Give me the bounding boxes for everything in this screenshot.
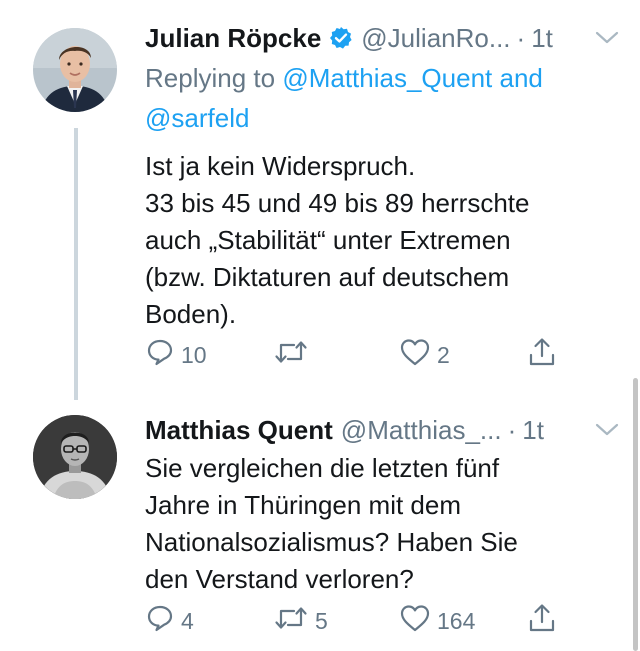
tweet-header: Julian Röpcke @JulianRo... · 1t: [145, 18, 620, 58]
tweet-text-line: Jahre in Thüringen mit dem: [145, 490, 462, 520]
tweet-text-line: Ist ja kein Widerspruch.: [145, 151, 416, 181]
handle[interactable]: @JulianRo...: [361, 23, 510, 54]
retweet-button[interactable]: [273, 337, 315, 373]
chevron-down-icon[interactable]: [584, 30, 620, 46]
share-icon: [527, 602, 557, 640]
retweet-icon: [273, 603, 309, 639]
tweet-text-line: den Verstand verloren?: [145, 564, 414, 594]
share-icon: [527, 336, 557, 374]
like-icon: [399, 603, 431, 639]
retweet-count: 5: [315, 607, 328, 634]
timestamp[interactable]: 1t: [522, 415, 544, 446]
tweet-text-line: Nationalsozialismus? Haben Sie: [145, 527, 518, 557]
timestamp[interactable]: 1t: [531, 23, 553, 54]
like-button[interactable]: 2: [399, 337, 450, 373]
reply-count: 4: [181, 607, 194, 634]
replying-to: Replying to @Matthias_Quent and @sarfeld: [145, 58, 620, 138]
replying-to-label: Replying to: [145, 63, 276, 93]
tweet-header: Matthias Quent @Matthias_... · 1t: [145, 410, 620, 450]
reply-count: 10: [181, 341, 207, 368]
tweet[interactable]: Matthias Quent @Matthias_... · 1t Sie ve…: [0, 400, 640, 651]
tweet-text-line: Boden).: [145, 299, 237, 329]
display-name[interactable]: Matthias Quent: [145, 415, 333, 446]
mention-link[interactable]: @Matthias_Quent: [282, 63, 492, 93]
display-name[interactable]: Julian Röpcke: [145, 23, 321, 54]
reply-icon: [145, 337, 175, 373]
tweet-text: Ist ja kein Widerspruch. 33 bis 45 und 4…: [145, 148, 620, 333]
avatar[interactable]: [33, 415, 117, 499]
mention-link[interactable]: @sarfeld: [145, 103, 249, 133]
tweet-text: Sie vergleichen die letzten fünf Jahre i…: [145, 450, 620, 598]
share-button[interactable]: [527, 337, 557, 373]
tweet-body: Matthias Quent @Matthias_... · 1t Sie ve…: [145, 410, 620, 598]
tweet-text-line: 33 bis 45 und 49 bis 89 herrschte: [145, 188, 530, 218]
reply-button[interactable]: 10: [145, 337, 207, 373]
tweet-text-line: auch „Stabilität“ unter Extremen: [145, 225, 511, 255]
like-count: 164: [437, 607, 476, 634]
tweet-text-line: Sie vergleichen die letzten fünf: [145, 453, 500, 483]
separator-dot: ·: [516, 22, 526, 53]
tweet-actions: 10 2: [145, 337, 575, 373]
chevron-down-icon[interactable]: [584, 422, 620, 438]
tweet-actions: 4 5 164: [145, 603, 575, 639]
share-button[interactable]: [527, 603, 557, 639]
like-icon: [399, 337, 431, 373]
retweet-button[interactable]: 5: [273, 603, 328, 639]
mention-and: and: [499, 63, 543, 93]
like-count: 2: [437, 341, 450, 368]
reply-icon: [145, 603, 175, 639]
separator-dot: ·: [507, 414, 517, 445]
verified-badge-icon: [329, 26, 353, 50]
handle[interactable]: @Matthias_...: [341, 415, 502, 446]
like-button[interactable]: 164: [399, 603, 475, 639]
tweet-body: Julian Röpcke @JulianRo... · 1t Replying…: [145, 18, 620, 333]
reply-button[interactable]: 4: [145, 603, 194, 639]
tweet-text-line: (bzw. Diktaturen auf deutschem: [145, 262, 510, 292]
avatar[interactable]: [33, 28, 117, 112]
retweet-icon: [273, 337, 309, 373]
tweet[interactable]: Julian Röpcke @JulianRo... · 1t Replying…: [0, 0, 640, 400]
